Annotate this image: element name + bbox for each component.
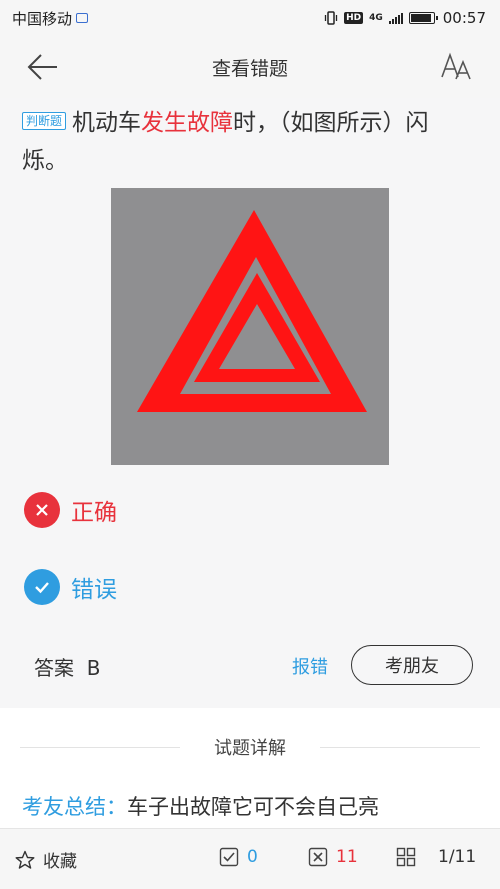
- report-error-link[interactable]: 报错: [292, 653, 328, 679]
- star-icon: [15, 850, 35, 869]
- check-icon: [24, 569, 60, 605]
- vibrate-icon: [324, 11, 338, 25]
- progress-text: 1/11: [438, 847, 477, 867]
- favorite-button[interactable]: 收藏: [15, 847, 77, 872]
- nav-bar: 查看错题: [0, 36, 500, 98]
- correct-count-button[interactable]: 0: [219, 847, 258, 867]
- font-size-icon[interactable]: [440, 50, 474, 84]
- battery-fill: [410, 14, 432, 22]
- checkbox-cross-icon: [308, 847, 328, 867]
- answer-text: 答案 B: [34, 656, 101, 680]
- option-label: 错误: [71, 577, 117, 603]
- favorite-label: 收藏: [43, 852, 77, 872]
- option-wrong[interactable]: 错误: [24, 569, 117, 605]
- wrong-count-button[interactable]: 11: [308, 847, 358, 867]
- option-label: 正确: [71, 500, 117, 526]
- explanation-section: 试题详解 考友总结：车子出故障它可不会自己亮: [0, 708, 500, 828]
- explanation-title-text: 试题详解: [198, 738, 302, 759]
- status-time: 00:57: [442, 9, 486, 27]
- question-text: 判断题 机动车发生故障时，（如图所示）闪烁。: [22, 104, 462, 180]
- option-correct[interactable]: 正确: [24, 492, 117, 528]
- battery-icon: [408, 12, 438, 24]
- hd-badge: HD: [344, 12, 364, 24]
- checkbox-checked-icon: [219, 847, 239, 867]
- summary-label: 考友总结：: [22, 795, 127, 819]
- status-right: HD 4G 00:57: [324, 9, 486, 27]
- grid-icon: [396, 847, 416, 867]
- explanation-title: 试题详解: [0, 734, 500, 760]
- summary-text: 车子出故障它可不会自己亮: [127, 795, 379, 819]
- carrier-name: 中国移动: [12, 9, 73, 28]
- user-summary: 考友总结：车子出故障它可不会自己亮: [22, 791, 379, 821]
- hazard-warning-triangle-image: [111, 188, 389, 465]
- question-text-before: 机动车: [72, 110, 142, 136]
- question-progress-button[interactable]: 1/11: [396, 847, 476, 867]
- correct-count: 0: [247, 847, 258, 867]
- wrong-count: 11: [336, 847, 358, 867]
- sim-card-icon: [76, 13, 89, 23]
- question-text-highlight: 发生故障: [141, 110, 234, 136]
- signal-strength-icon: [388, 12, 403, 24]
- question-type-tag: 判断题: [22, 112, 67, 130]
- close-icon: [24, 492, 60, 528]
- bottom-toolbar: 收藏 0 11 1/11: [0, 828, 500, 889]
- arrow-left-icon[interactable]: [26, 52, 60, 82]
- page-title: 查看错题: [211, 57, 288, 80]
- answer-row: 答案 B 报错 考朋友: [0, 634, 500, 694]
- quiz-friend-button[interactable]: 考朋友: [351, 645, 473, 685]
- status-bar: 中国移动 HD 4G 00:57: [0, 0, 500, 36]
- network-type: 4G: [369, 13, 383, 23]
- status-left: 中国移动: [12, 8, 89, 29]
- question-card: 判断题 机动车发生故障时，（如图所示）闪烁。 正确 错误 答案 B 报错 考朋友: [0, 98, 500, 708]
